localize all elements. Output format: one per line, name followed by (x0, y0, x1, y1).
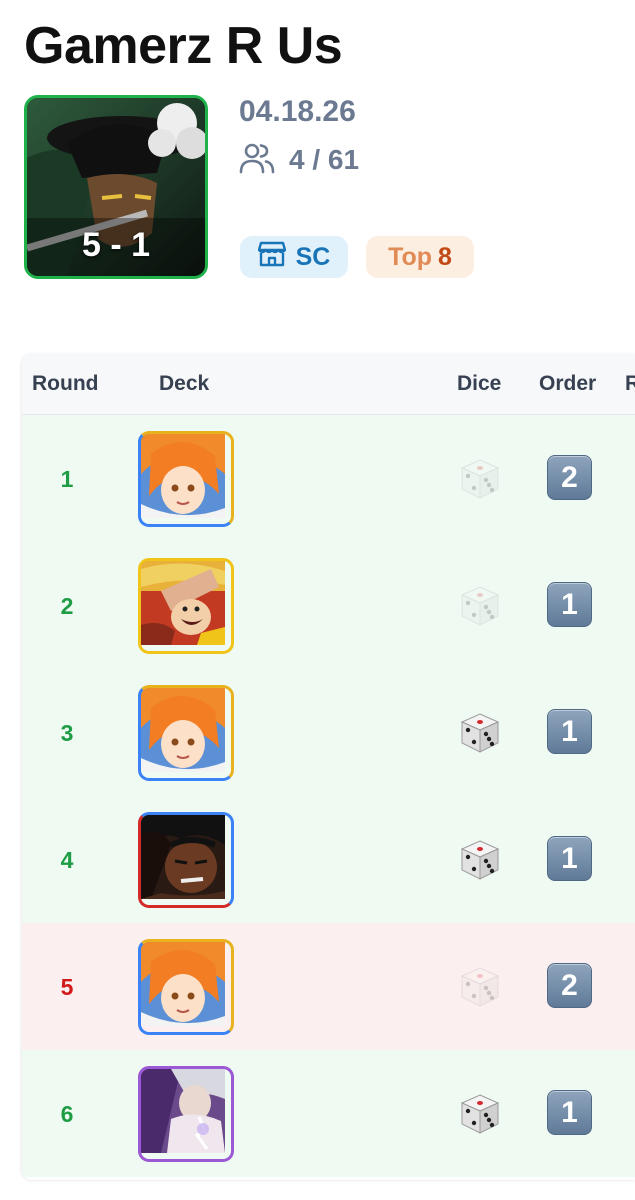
order-badge: 1 (547, 582, 592, 627)
round-number: 1 (60, 466, 74, 492)
event-title: Gamerz R Us (24, 17, 343, 75)
header-deck: Deck (159, 372, 210, 395)
deck-leader-icon[interactable] (138, 685, 234, 781)
dice-icon (458, 965, 502, 1009)
order-badge: 1 (547, 836, 592, 881)
round-number: 3 (60, 720, 74, 746)
deck-leader-icon[interactable] (138, 939, 234, 1035)
header-dice: Dice (457, 372, 502, 395)
round-number: 6 (60, 1101, 74, 1127)
table-header: Round Deck Dice Order R (22, 354, 635, 415)
users-icon (239, 141, 275, 180)
header-round: Round (32, 372, 99, 395)
store-label: SC (295, 242, 331, 271)
event-date: 04.18.26 (239, 95, 356, 128)
table-row[interactable]: 1 2 (22, 415, 635, 543)
placement-number: 8 (438, 242, 452, 271)
table-row[interactable]: 6 1 (22, 1050, 635, 1177)
event-record: 5 - 1 (81, 226, 151, 264)
header-order: Order (539, 372, 597, 395)
order-badge: 2 (547, 963, 592, 1008)
placement-word: Top (388, 242, 433, 271)
order-badge: 1 (547, 709, 592, 754)
order-badge: 2 (547, 455, 592, 500)
dice-icon (458, 457, 502, 501)
store-icon (257, 241, 286, 274)
round-number: 5 (60, 974, 74, 1000)
dice-icon (458, 1092, 502, 1136)
round-number: 2 (60, 593, 74, 619)
deck-leader-icon[interactable] (138, 812, 234, 908)
deck-leader-icon[interactable] (138, 1066, 234, 1162)
table-row[interactable]: 4 1 (22, 796, 635, 924)
table-row[interactable]: 5 2 (22, 923, 635, 1051)
store-badge[interactable]: SC (240, 236, 348, 278)
dice-icon (458, 711, 502, 755)
round-number: 4 (60, 847, 74, 873)
dice-icon (458, 838, 502, 882)
players-count: 4 / 61 (289, 144, 360, 175)
table-row[interactable]: 3 1 (22, 669, 635, 797)
order-badge: 1 (547, 1090, 592, 1135)
header-result: R (625, 372, 635, 395)
placement-badge: Top 8 (366, 236, 474, 278)
table-row[interactable]: 2 1 (22, 542, 635, 670)
rounds-table: Round Deck Dice Order R 1 2 2 1 3 1 4 1 … (22, 354, 635, 1180)
event-leader-art: 5 - 1 (24, 95, 208, 279)
dice-icon (458, 584, 502, 628)
deck-leader-icon[interactable] (138, 558, 234, 654)
players-info: 4 / 61 (239, 142, 359, 178)
deck-leader-icon[interactable] (138, 431, 234, 527)
